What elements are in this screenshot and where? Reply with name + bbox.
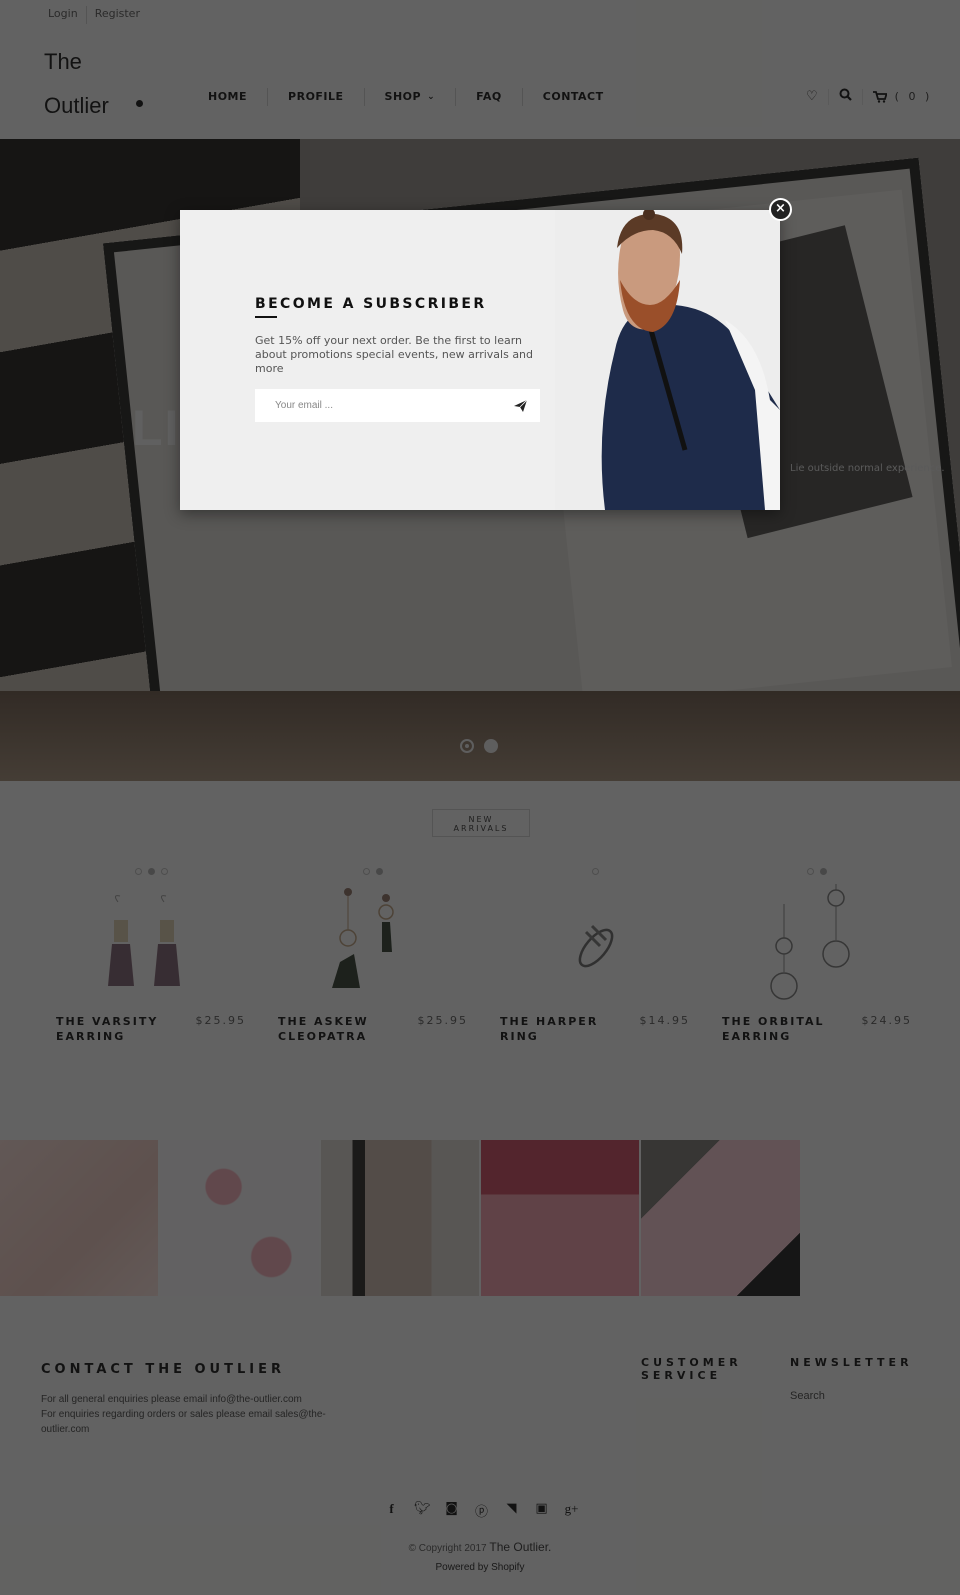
popup-model-image — [555, 210, 780, 510]
subscribe-popup: BECOME A SUBSCRIBER Get 15% off your nex… — [180, 210, 780, 510]
close-popup-button[interactable]: × — [769, 198, 792, 221]
paper-plane-icon — [513, 399, 527, 412]
submit-button[interactable] — [500, 389, 540, 422]
popup-description: Get 15% off your next order. Be the firs… — [255, 334, 534, 375]
popup-title: BECOME A SUBSCRIBER — [255, 296, 487, 312]
title-underline — [255, 316, 277, 318]
subscribe-form — [255, 389, 540, 422]
email-input[interactable] — [255, 389, 500, 422]
close-icon: × — [775, 201, 786, 216]
